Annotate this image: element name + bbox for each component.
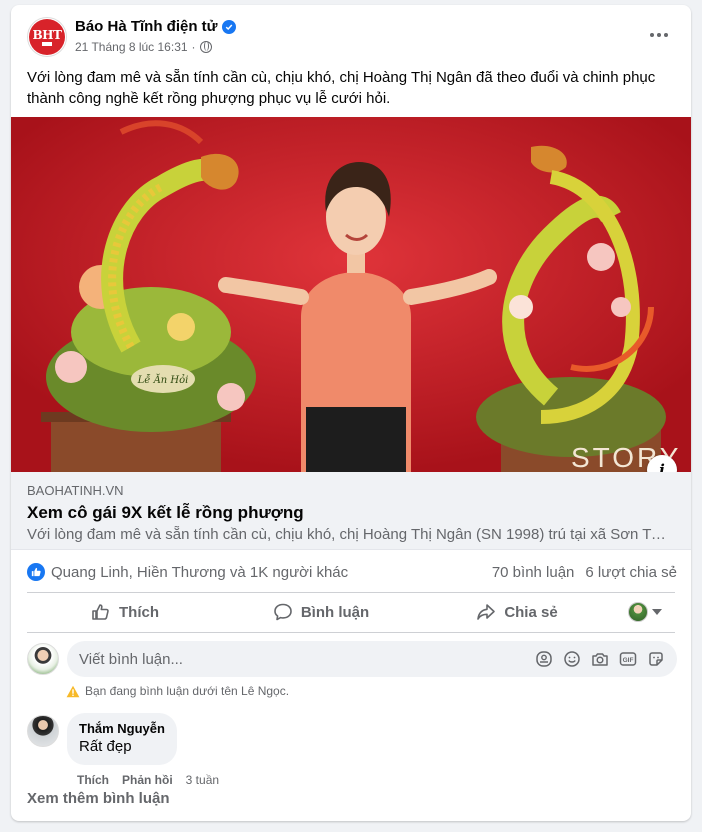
comment-actions: Thích Phản hồi 3 tuần xyxy=(77,773,219,787)
more-options-button[interactable] xyxy=(641,23,677,47)
page-avatar[interactable]: BHT xyxy=(27,17,67,57)
share-button[interactable]: Chia sẻ xyxy=(419,594,615,630)
comment-button[interactable]: Bình luận xyxy=(223,594,419,630)
like-reaction-icon[interactable] xyxy=(27,563,45,581)
comment-author[interactable]: Thắm Nguyễn xyxy=(79,721,165,737)
post-header: BHT Báo Hà Tĩnh điện tử 21 Tháng 8 lúc 1… xyxy=(11,5,691,63)
page-logo-band xyxy=(42,41,52,46)
comment-time[interactable]: 3 tuần xyxy=(186,773,219,787)
comment-like-button[interactable]: Thích xyxy=(77,773,109,787)
page-logo: BHT xyxy=(29,19,65,55)
camera-icon[interactable] xyxy=(591,650,609,668)
gif-icon[interactable]: GIF xyxy=(619,650,637,668)
audience-selector[interactable] xyxy=(615,594,675,630)
audience-avatar xyxy=(628,602,648,622)
thumbs-up-icon xyxy=(92,604,109,620)
comment-composer: Viết bình luận... GIF xyxy=(27,641,677,681)
page-logo-text: BHT xyxy=(32,27,62,42)
comment-reply-button[interactable]: Phản hồi xyxy=(122,773,173,787)
warning-icon xyxy=(66,685,80,697)
current-user-avatar[interactable] xyxy=(27,643,59,675)
post-actions: Thích Bình luận Chia sẻ xyxy=(27,594,675,630)
like-button[interactable]: Thích xyxy=(27,594,223,630)
comment-text: Rất đẹp xyxy=(79,738,132,755)
gif-icon-label: GIF xyxy=(623,657,634,664)
globe-icon xyxy=(199,41,212,53)
divider xyxy=(27,592,675,593)
verified-badge-icon xyxy=(221,19,236,34)
comment-bubble: Thắm Nguyễn Rất đẹp xyxy=(67,713,177,765)
reaction-stats: Quang Linh, Hiền Thương và 1K người khác… xyxy=(27,559,677,585)
link-domain: BAOHATINH.VN xyxy=(27,483,124,498)
meta-separator: · xyxy=(191,40,196,54)
post-card: BHT Báo Hà Tĩnh điện tử 21 Tháng 8 lúc 1… xyxy=(11,5,691,821)
post-text: Với lòng đam mê và sẵn tính cần cù, chịu… xyxy=(27,69,656,107)
comment-input[interactable]: Viết bình luận... GIF xyxy=(67,641,677,677)
divider xyxy=(27,632,675,633)
tray-label: Lễ Ăn Hỏi xyxy=(137,374,189,386)
avatar-sticker-icon[interactable] xyxy=(535,650,553,668)
comment-button-label: Bình luận xyxy=(300,603,370,621)
commenting-as-text: Bạn đang bình luận dưới tên Lê Ngọc. xyxy=(85,684,290,698)
comment-input-placeholder: Viết bình luận... xyxy=(79,650,183,668)
page-name-label: Báo Hà Tĩnh điện tử xyxy=(75,18,218,35)
shares-count[interactable]: 6 lượt chia sẻ xyxy=(585,564,677,581)
reactions-summary[interactable]: Quang Linh, Hiền Thương và 1K người khác xyxy=(51,564,348,581)
share-arrow-icon xyxy=(477,604,496,620)
view-more-comments-link[interactable]: Xem thêm bình luận xyxy=(27,790,170,807)
commenting-as-notice: Bạn đang bình luận dưới tên Lê Ngọc. xyxy=(66,684,289,698)
comment-bubble-icon xyxy=(274,603,292,621)
post-meta: 21 Tháng 8 lúc 16:31 · xyxy=(75,40,212,54)
chevron-down-icon xyxy=(652,609,662,615)
emoji-icon[interactable] xyxy=(563,650,581,668)
link-title[interactable]: Xem cô gái 9X kết lễ rồng phượng xyxy=(27,503,304,523)
dot-icon xyxy=(650,33,654,37)
post-image-illustration: Lễ Ăn Hỏi STORY xyxy=(11,117,691,472)
comments-count[interactable]: 70 bình luận xyxy=(492,564,575,581)
link-preview[interactable]: BAOHATINH.VN Xem cô gái 9X kết lễ rồng p… xyxy=(11,472,691,550)
dot-icon xyxy=(657,33,661,37)
dot-icon xyxy=(664,33,668,37)
post-image[interactable]: Lễ Ăn Hỏi STORY xyxy=(11,117,691,472)
sticker-icon[interactable] xyxy=(647,650,665,668)
like-button-label: Thích xyxy=(119,603,159,621)
share-button-label: Chia sẻ xyxy=(504,603,558,621)
post-timestamp[interactable]: 21 Tháng 8 lúc 16:31 xyxy=(75,40,188,54)
link-description: Với lòng đam mê và sẵn tính cần cù, chịu… xyxy=(27,526,667,543)
commenter-avatar[interactable] xyxy=(27,715,59,747)
page-name[interactable]: Báo Hà Tĩnh điện tử xyxy=(75,18,236,35)
